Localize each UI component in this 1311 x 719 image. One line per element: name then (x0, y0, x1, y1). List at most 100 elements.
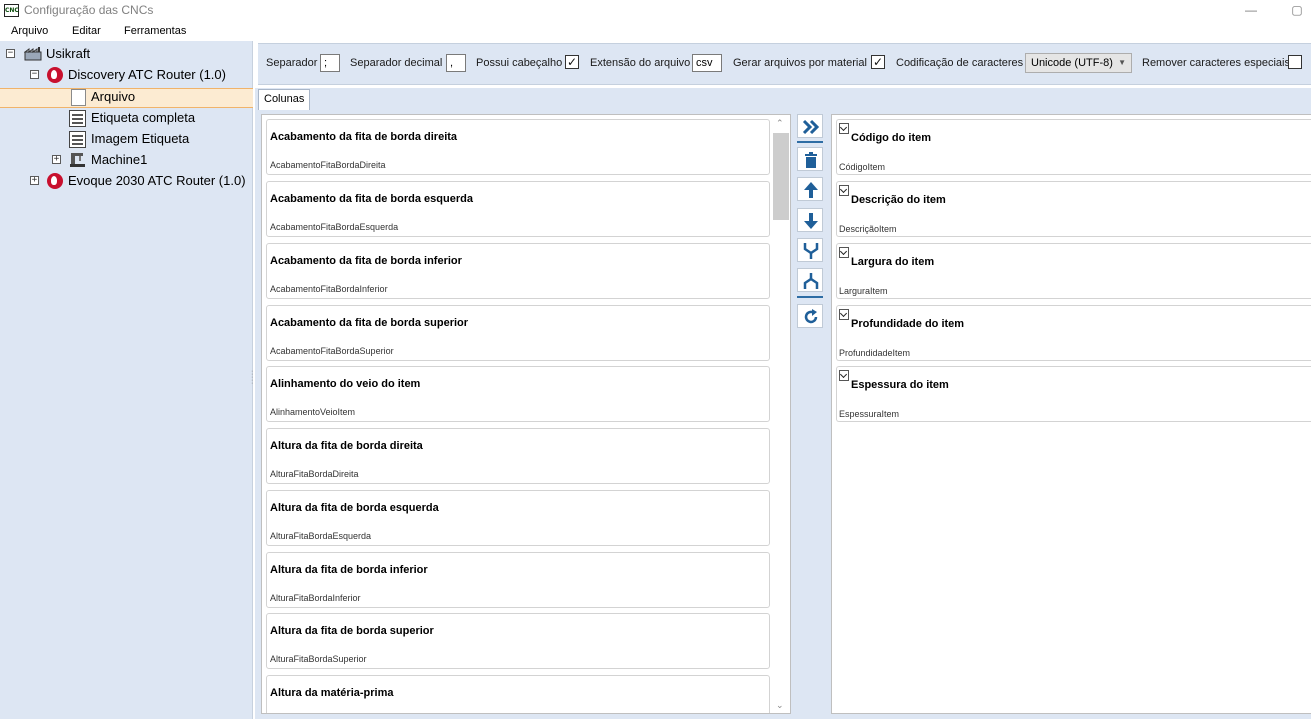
tree-node-etiqueta-completa[interactable]: Etiqueta completa (0, 108, 253, 128)
move-up-button[interactable] (797, 177, 823, 201)
remove-special-label: Remover caracteres especiais (1142, 57, 1290, 69)
column-title: Altura da fita de borda direita (270, 440, 423, 452)
document-icon (71, 89, 86, 106)
collapse-item-icon[interactable] (839, 370, 849, 381)
tree-label-usikraft: Usikraft (46, 46, 91, 61)
minimize-button[interactable]: — (1242, 2, 1260, 18)
column-field: AlturaFitaBordaEsquerda (270, 531, 372, 541)
menu-arquivo[interactable]: Arquivo (11, 25, 48, 37)
list-item[interactable]: Acabamento da fita de borda superior Aca… (266, 305, 770, 361)
list-item[interactable]: Descrição do item DescriçãoItem (836, 181, 1311, 237)
tree-node-imagem-etiqueta[interactable]: Imagem Etiqueta (0, 129, 253, 149)
collapse-icon[interactable]: − (6, 49, 15, 58)
column-field: AcabamentoFitaBordaEsquerda (270, 222, 399, 232)
tab-strip: Colunas (255, 88, 1311, 110)
collapse-item-icon[interactable] (839, 123, 849, 134)
menu-editar[interactable]: Editar (72, 25, 101, 37)
tree-label-arquivo: Arquivo (91, 89, 136, 104)
scroll-down-icon[interactable]: ⌄ (776, 700, 784, 711)
list-item[interactable]: Espessura do item EspessuraItem (836, 366, 1311, 422)
per-material-checkbox[interactable]: ✓ (871, 55, 885, 69)
list-item[interactable]: Acabamento da fita de borda direita Acab… (266, 119, 770, 175)
list-item[interactable]: Altura da matéria-prima (266, 675, 770, 713)
menu-bar: Arquivo Editar Ferramentas (0, 22, 1311, 41)
move-up-icon (804, 182, 818, 198)
decimal-separator-input[interactable]: , (446, 54, 466, 72)
header-checkbox[interactable]: ✓ (565, 55, 579, 69)
list-item[interactable]: Altura da fita de borda direita AlturaFi… (266, 428, 770, 484)
restore-button[interactable]: ▢ (1288, 2, 1306, 18)
tree-node-arquivo[interactable]: Arquivo (0, 87, 253, 107)
tree-label-discovery: Discovery ATC Router (1.0) (68, 67, 226, 82)
refresh-icon (804, 309, 818, 324)
remove-special-checkbox[interactable] (1288, 55, 1302, 69)
delete-icon (805, 152, 817, 168)
label-image-icon (69, 131, 86, 148)
merge-icon (803, 243, 819, 259)
encoding-select[interactable]: Unicode (UTF-8) ▼ (1025, 53, 1132, 73)
expand-icon[interactable]: + (30, 176, 39, 185)
collapse-item-icon[interactable] (839, 309, 849, 320)
list-item[interactable]: Acabamento da fita de borda inferior Aca… (266, 243, 770, 299)
tree-node-usikraft[interactable]: − Usikraft (0, 44, 253, 64)
column-title: Profundidade do item (851, 318, 965, 330)
move-down-icon (804, 213, 818, 229)
label-template-icon (69, 110, 86, 127)
list-item[interactable]: Código do item CódigoItem (836, 119, 1311, 175)
encoding-select-value: Unicode (UTF-8) (1031, 57, 1113, 69)
column-title: Altura da fita de borda esquerda (270, 502, 439, 514)
tree-node-machine1[interactable]: + Machine1 (0, 150, 253, 170)
list-item[interactable]: Altura da fita de borda inferior AlturaF… (266, 552, 770, 608)
column-field: EspessuraItem (839, 409, 900, 419)
scroll-up-icon[interactable]: ⌃ (776, 118, 784, 129)
list-item[interactable]: Altura da fita de borda esquerda AlturaF… (266, 490, 770, 546)
tree-node-evoque[interactable]: + Evoque 2030 ATC Router (1.0) (0, 171, 253, 191)
decimal-separator-label: Separador decimal (350, 57, 443, 69)
column-field: AlinhamentoVeioItem (270, 407, 356, 417)
app-window: CNC Configuração das CNCs — ▢ Arquivo Ed… (0, 0, 1311, 719)
factory-icon (24, 47, 42, 61)
encoding-label: Codificação de caracteres (896, 57, 1024, 69)
split-button[interactable] (797, 268, 823, 292)
refresh-button[interactable] (797, 304, 823, 328)
list-item[interactable]: Largura do item LarguraItem (836, 243, 1311, 299)
column-field: LarguraItem (839, 286, 888, 296)
separator-label: Separador (266, 57, 318, 69)
collapse-item-icon[interactable] (839, 185, 849, 196)
tree-label-imagem-etiqueta: Imagem Etiqueta (91, 131, 190, 146)
machine-icon (70, 153, 85, 167)
column-field: AlturaFitaBordaDireita (270, 469, 359, 479)
column-title: Altura da fita de borda superior (270, 625, 434, 637)
router-brand-icon (47, 173, 63, 189)
list-item[interactable]: Alinhamento do veio do item AlinhamentoV… (266, 366, 770, 422)
list-item[interactable]: Acabamento da fita de borda esquerda Aca… (266, 181, 770, 237)
separator-input[interactable]: ; (320, 54, 340, 72)
expand-icon[interactable]: + (52, 155, 61, 164)
tree-label-machine1: Machine1 (91, 152, 148, 167)
window-title: Configuração das CNCs (24, 3, 154, 17)
column-title: Acabamento da fita de borda inferior (270, 255, 462, 267)
collapse-icon[interactable]: − (30, 70, 39, 79)
splitter-grip[interactable]: · · · · · (251, 368, 253, 387)
move-down-button[interactable] (797, 208, 823, 232)
list-item[interactable]: Profundidade do item ProfundidadeItem (836, 305, 1311, 361)
merge-button[interactable] (797, 238, 823, 262)
tree-label-evoque: Evoque 2030 ATC Router (1.0) (68, 173, 246, 188)
list-item[interactable]: Altura da fita de borda superior AlturaF… (266, 613, 770, 669)
column-field: AcabamentoFitaBordaInferior (270, 284, 388, 294)
menu-ferramentas[interactable]: Ferramentas (124, 25, 186, 37)
add-all-icon (802, 119, 820, 135)
tab-colunas[interactable]: Colunas (258, 89, 310, 110)
collapse-item-icon[interactable] (839, 247, 849, 258)
tree-node-discovery[interactable]: − Discovery ATC Router (1.0) (0, 65, 253, 85)
split-icon (803, 273, 819, 289)
selected-columns-list: Código do item CódigoItem Descrição do i… (831, 114, 1311, 714)
separator (797, 296, 823, 298)
column-field: DescriçãoItem (839, 224, 897, 234)
extension-input[interactable]: csv (692, 54, 722, 72)
column-title: Alinhamento do veio do item (270, 378, 421, 390)
add-all-button[interactable] (797, 114, 823, 138)
column-title: Código do item (851, 132, 932, 144)
delete-button[interactable] (797, 147, 823, 171)
scrollbar-thumb[interactable] (773, 133, 789, 220)
